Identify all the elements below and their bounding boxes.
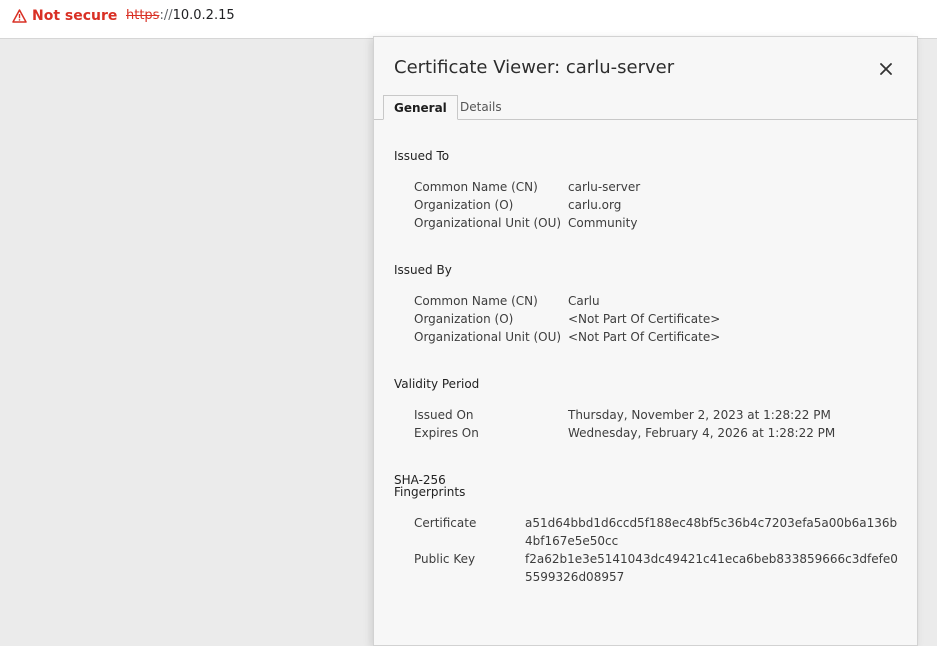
issued-by-cn-value: Carlu xyxy=(568,294,600,308)
issued-to-cn-value: carlu-server xyxy=(568,180,641,194)
security-label: Not secure xyxy=(32,8,118,24)
validity-heading: Validity Period xyxy=(394,377,480,391)
issued-by-o-label: Organization (O) xyxy=(414,312,514,326)
public-key-fingerprint-label: Public Key xyxy=(414,552,476,566)
issued-on-label: Issued On xyxy=(414,408,474,422)
issued-by-o-value: <Not Part Of Certificate> xyxy=(568,312,721,326)
address-bar[interactable]: https://10.0.2.15 xyxy=(126,6,235,26)
tab-details[interactable]: Details xyxy=(450,95,512,119)
browser-toolbar: Not secure https://10.0.2.15 xyxy=(0,0,937,39)
issued-by-cn-label: Common Name (CN) xyxy=(414,294,538,308)
tab-general[interactable]: General xyxy=(383,95,458,120)
close-icon xyxy=(880,63,892,75)
issued-by-ou-label: Organizational Unit (OU) xyxy=(414,330,562,344)
warning-icon xyxy=(12,9,27,23)
issued-to-o-label: Organization (O) xyxy=(414,198,514,212)
issued-to-ou-value: Community xyxy=(568,216,638,230)
url-separator: :// xyxy=(159,8,173,23)
issued-by-heading: Issued By xyxy=(394,263,452,277)
fingerprints-heading-line2: Fingerprints xyxy=(394,485,466,499)
close-button[interactable] xyxy=(874,57,898,81)
security-indicator[interactable]: Not secure xyxy=(12,6,117,26)
issued-on-value: Thursday, November 2, 2023 at 1:28:22 PM xyxy=(568,408,831,422)
certificate-fingerprint-label: Certificate xyxy=(414,516,477,530)
certificate-viewer-dialog: Certificate Viewer: carlu-server General… xyxy=(373,36,918,646)
issued-to-heading: Issued To xyxy=(394,149,450,163)
issued-by-ou-value: <Not Part Of Certificate> xyxy=(568,330,721,344)
issued-to-o-value: carlu.org xyxy=(568,198,622,212)
url-host: 10.0.2.15 xyxy=(172,8,235,23)
issued-to-cn-label: Common Name (CN) xyxy=(414,180,538,194)
tab-bar: General Details xyxy=(374,95,917,120)
expires-on-label: Expires On xyxy=(414,426,479,440)
expires-on-value: Wednesday, February 4, 2026 at 1:28:22 P… xyxy=(568,426,836,440)
certificate-fingerprint-value: a51d64bbd1d6ccd5f188ec48bf5c36b4c7203efa… xyxy=(525,516,898,548)
issued-to-ou-label: Organizational Unit (OU) xyxy=(414,216,562,230)
public-key-fingerprint-value: f2a62b1e3e5141043dc49421c41eca6beb833859… xyxy=(525,552,898,584)
dialog-title: Certificate Viewer: carlu-server xyxy=(394,57,675,78)
url-scheme: https xyxy=(126,8,160,23)
